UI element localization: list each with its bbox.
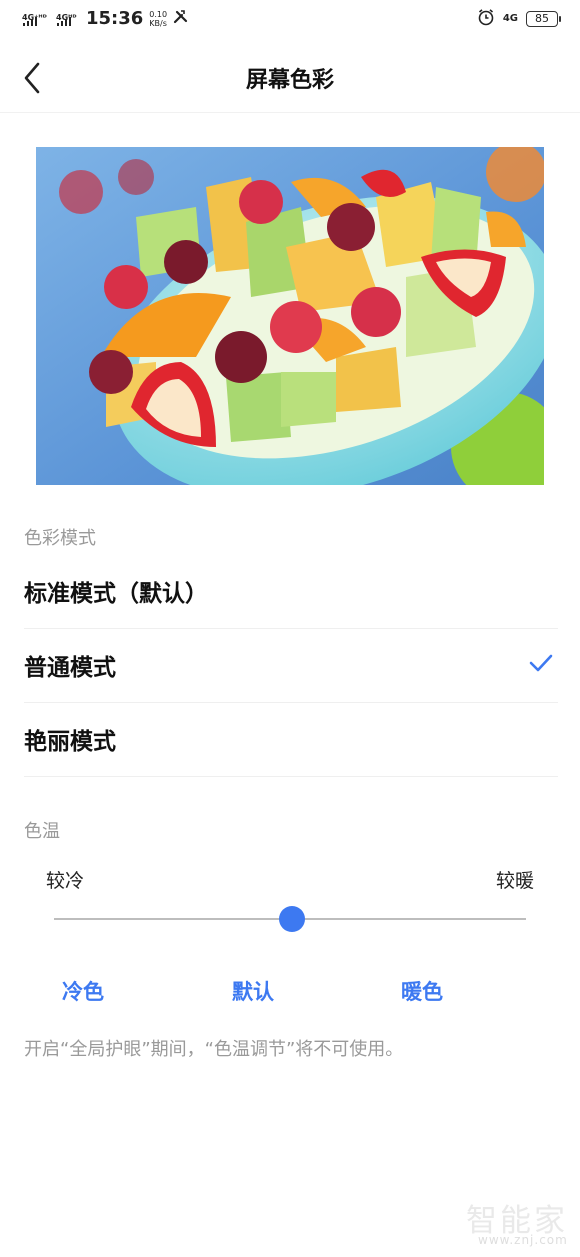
preset-default-button[interactable]: 默认 bbox=[232, 976, 274, 1006]
status-left: 4G⁺ᴴᴰ 4Gᴴᴰ 15:36 0.10 KB/s bbox=[22, 8, 189, 29]
status-time: 15:36 bbox=[86, 8, 144, 29]
page-title: 屏幕色彩 bbox=[245, 68, 334, 93]
nav-header: 屏幕色彩 bbox=[0, 40, 580, 113]
status-right: 4G 85 bbox=[477, 8, 561, 29]
eye-care-note: 开启“全局护眼”期间，“色温调节”将不可使用。 bbox=[24, 1039, 404, 1060]
option-label: 标准模式（默认） bbox=[24, 581, 208, 607]
network-indicator: 4G bbox=[502, 13, 518, 24]
tools-icon bbox=[173, 9, 189, 28]
battery-icon: 85 bbox=[526, 10, 561, 27]
slider-thumb[interactable] bbox=[279, 906, 305, 932]
speed-value: 0.10 bbox=[149, 9, 168, 19]
watermark-logo: 智能家 www.znj.com bbox=[466, 1195, 576, 1250]
signal-icon-1: 4G⁺ᴴᴰ bbox=[22, 12, 50, 26]
signal-icon-2: 4Gᴴᴰ bbox=[56, 12, 80, 26]
checkmark-icon bbox=[529, 654, 553, 672]
cooler-label: 较冷 bbox=[46, 870, 85, 892]
alarm-icon bbox=[477, 8, 495, 29]
preset-warm-button[interactable]: 暖色 bbox=[401, 976, 443, 1006]
color-temp-slider[interactable] bbox=[54, 906, 526, 932]
option-normal-mode[interactable]: 普通模式 bbox=[24, 628, 558, 703]
option-label: 普通模式 bbox=[24, 655, 116, 681]
preview-image bbox=[36, 147, 544, 485]
svg-text:4G⁺ᴴᴰ: 4G⁺ᴴᴰ bbox=[22, 13, 47, 22]
battery-level: 85 bbox=[535, 11, 549, 25]
color-temp-section-title: 色温 bbox=[24, 821, 60, 842]
network-speed: 0.10 KB/s bbox=[149, 10, 167, 28]
speed-unit: KB/s bbox=[149, 18, 167, 28]
warmer-label: 较暖 bbox=[496, 870, 535, 892]
status-bar: 4G⁺ᴴᴰ 4Gᴴᴰ 15:36 0.10 KB/s 4G 85 bbox=[0, 0, 580, 40]
option-label: 艳丽模式 bbox=[24, 729, 116, 755]
color-mode-section-title: 色彩模式 bbox=[24, 528, 96, 549]
option-vivid-mode[interactable]: 艳丽模式 bbox=[24, 702, 558, 777]
option-standard-mode[interactable]: 标准模式（默认） bbox=[24, 554, 558, 629]
watermark-url: www.znj.com bbox=[478, 1233, 568, 1247]
preset-cool-button[interactable]: 冷色 bbox=[62, 976, 104, 1006]
